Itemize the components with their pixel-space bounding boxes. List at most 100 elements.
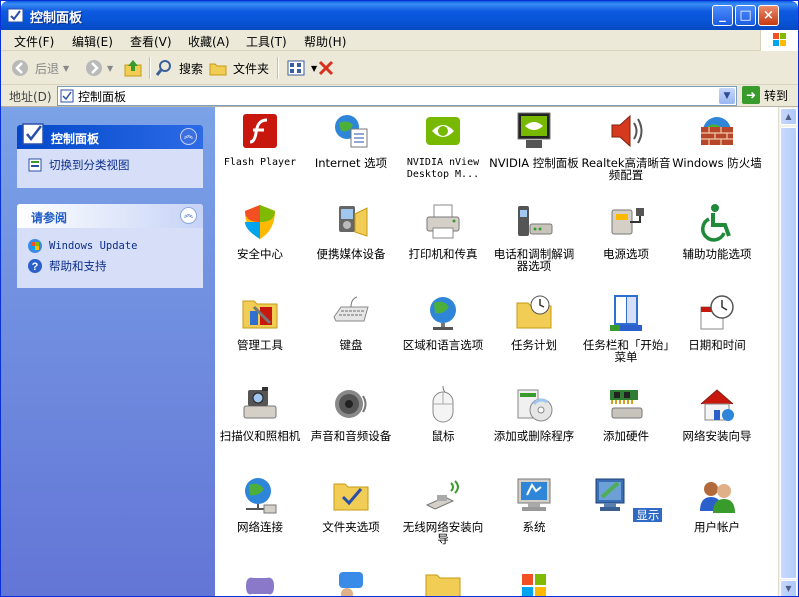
control-panel-icon	[7, 8, 24, 23]
item-date-time[interactable]: 日期和时间	[672, 293, 762, 351]
switch-category-view-link[interactable]: 切换到分类视图	[27, 157, 193, 173]
security-center-icon	[245, 205, 275, 239]
collapse-icon[interactable]: ︽	[180, 207, 197, 224]
views-button[interactable]: ▼	[287, 56, 317, 80]
folder-options-icon	[333, 483, 369, 511]
item-partial[interactable]	[398, 566, 488, 596]
item-sounds-audio[interactable]: 声音和音频设备	[306, 384, 396, 442]
item-scheduled-tasks[interactable]: 任务计划	[489, 293, 579, 351]
menu-edit[interactable]: 编辑(E)	[72, 33, 113, 50]
scroll-down-icon[interactable]: ▼	[780, 580, 797, 596]
menu-view[interactable]: 查看(V)	[130, 33, 172, 50]
item-nvidia-control-panel[interactable]: NVIDIA 控制面板	[489, 111, 579, 169]
scroll-up-icon[interactable]: ▲	[780, 108, 797, 125]
title-bar[interactable]: 控制面板 _ □ ×	[1, 1, 798, 30]
phone-modem-icon	[518, 206, 553, 236]
menu-tools[interactable]: 工具(T)	[246, 33, 287, 50]
go-button[interactable]: ➜ 转到	[742, 86, 788, 104]
task-pane: 控制面板 ︽ 切换到分类视图 请参阅 ︽ Windows Update ? 帮助…	[1, 107, 215, 596]
chevron-down-icon: ▼	[63, 63, 70, 73]
item-scanners-cameras[interactable]: 扫描仪和照相机	[215, 384, 305, 442]
panel-header[interactable]: 控制面板 ︽	[17, 123, 203, 149]
system-icon	[517, 478, 551, 511]
item-windows-firewall[interactable]: Windows 防火墙	[672, 111, 762, 169]
item-network-setup-wizard[interactable]: 网络安装向导	[672, 384, 762, 442]
network-connections-icon	[245, 478, 277, 514]
taskbar-start-icon	[610, 295, 642, 331]
up-folder-icon	[124, 60, 142, 77]
item-partial[interactable]	[215, 566, 305, 596]
forward-button[interactable]: ▼	[85, 56, 113, 80]
vertical-scrollbar[interactable]: ▲ ▼	[778, 107, 798, 596]
add-remove-programs-icon	[517, 389, 553, 422]
realtek-audio-icon	[611, 114, 643, 148]
item-add-hardware[interactable]: 添加硬件	[581, 384, 671, 442]
portable-media-icon	[339, 206, 368, 237]
folder-icon	[209, 63, 227, 76]
views-icon	[287, 60, 305, 76]
item-add-remove-programs[interactable]: 添加或删除程序	[489, 384, 579, 442]
item-mouse[interactable]: 鼠标	[398, 384, 488, 442]
help-support-link[interactable]: ? 帮助和支持	[27, 258, 193, 274]
item-phone-modem[interactable]: 电话和调制解调器选项	[489, 202, 579, 272]
admin-tools-icon	[242, 300, 278, 329]
search-button[interactable]: 搜索	[155, 56, 203, 80]
delete-x-icon	[318, 60, 334, 76]
forward-arrow-icon	[86, 60, 102, 76]
up-folder-button[interactable]	[123, 56, 143, 80]
internet-options-icon	[335, 115, 368, 148]
windows-update-link[interactable]: Windows Update	[27, 238, 193, 254]
scrollbar-thumb[interactable]	[780, 127, 797, 579]
item-folder-options[interactable]: 文件夹选项	[306, 475, 396, 533]
toolbar-separator	[149, 57, 150, 79]
item-accessibility[interactable]: 辅助功能选项	[672, 202, 762, 260]
item-partial[interactable]	[489, 566, 579, 596]
svg-text:?: ?	[32, 261, 39, 273]
address-label: 地址(D)	[9, 90, 52, 104]
item-keyboard[interactable]: 键盘	[306, 293, 396, 351]
item-portable-media[interactable]: 便携媒体设备	[306, 202, 396, 260]
back-button[interactable]: 后退 ▼	[11, 56, 69, 80]
panel-header[interactable]: 请参阅 ︽	[17, 204, 203, 228]
item-printers-faxes[interactable]: 打印机和传真	[398, 202, 488, 260]
item-admin-tools[interactable]: 管理工具	[215, 293, 305, 351]
item-display[interactable]: 显示	[581, 475, 671, 522]
collapse-icon[interactable]: ︽	[180, 128, 197, 145]
item-network-connections[interactable]: 网络连接	[215, 475, 305, 533]
item-taskbar-start-menu[interactable]: 任务栏和「开始」菜单	[581, 293, 671, 363]
delete-button[interactable]	[317, 56, 335, 80]
menu-help[interactable]: 帮助(H)	[304, 33, 346, 50]
item-nvidia-nview[interactable]: NVIDIA nView Desktop M...	[398, 111, 488, 181]
window-title: 控制面板	[30, 11, 83, 26]
address-dropdown-icon[interactable]: ▼	[719, 88, 735, 104]
item-power-options[interactable]: 电源选项	[581, 202, 671, 260]
item-region-language[interactable]: 区域和语言选项	[398, 293, 488, 351]
close-button[interactable]: ×	[758, 5, 779, 26]
item-internet-options[interactable]: Internet 选项	[306, 111, 396, 169]
search-icon	[155, 60, 171, 76]
address-input[interactable]: 控制面板 ▼	[57, 86, 737, 106]
item-realtek-audio[interactable]: Realtek高清晰音频配置	[581, 111, 671, 181]
nvidia-nview-icon	[426, 117, 460, 145]
item-flash-player[interactable]: Flash Player	[215, 111, 305, 169]
address-bar: 地址(D) 控制面板 ▼ ➜ 转到	[1, 85, 798, 107]
flash-icon	[243, 114, 277, 148]
item-wireless-setup[interactable]: 无线网络安装向导	[398, 475, 488, 545]
menu-file[interactable]: 文件(F)	[14, 33, 54, 50]
maximize-button[interactable]: □	[735, 5, 756, 26]
scheduled-tasks-icon	[516, 295, 552, 329]
control-panel-panel: 控制面板 ︽ 切换到分类视图	[17, 123, 203, 188]
help-icon: ?	[28, 259, 42, 273]
folders-button[interactable]: 文件夹	[209, 56, 269, 80]
minimize-button[interactable]: _	[712, 5, 733, 26]
scanner-camera-icon	[243, 387, 277, 419]
item-partial[interactable]	[306, 566, 396, 596]
region-language-icon	[430, 297, 456, 330]
item-user-accounts[interactable]: 用户帐户	[672, 475, 762, 533]
game-controller-icon	[246, 577, 274, 595]
item-security-center[interactable]: 安全中心	[215, 202, 305, 260]
menu-favorites[interactable]: 收藏(A)	[188, 33, 230, 50]
item-system[interactable]: 系统	[489, 475, 579, 533]
chevron-down-icon: ▼	[107, 63, 114, 73]
go-arrow-icon: ➜	[742, 86, 760, 104]
